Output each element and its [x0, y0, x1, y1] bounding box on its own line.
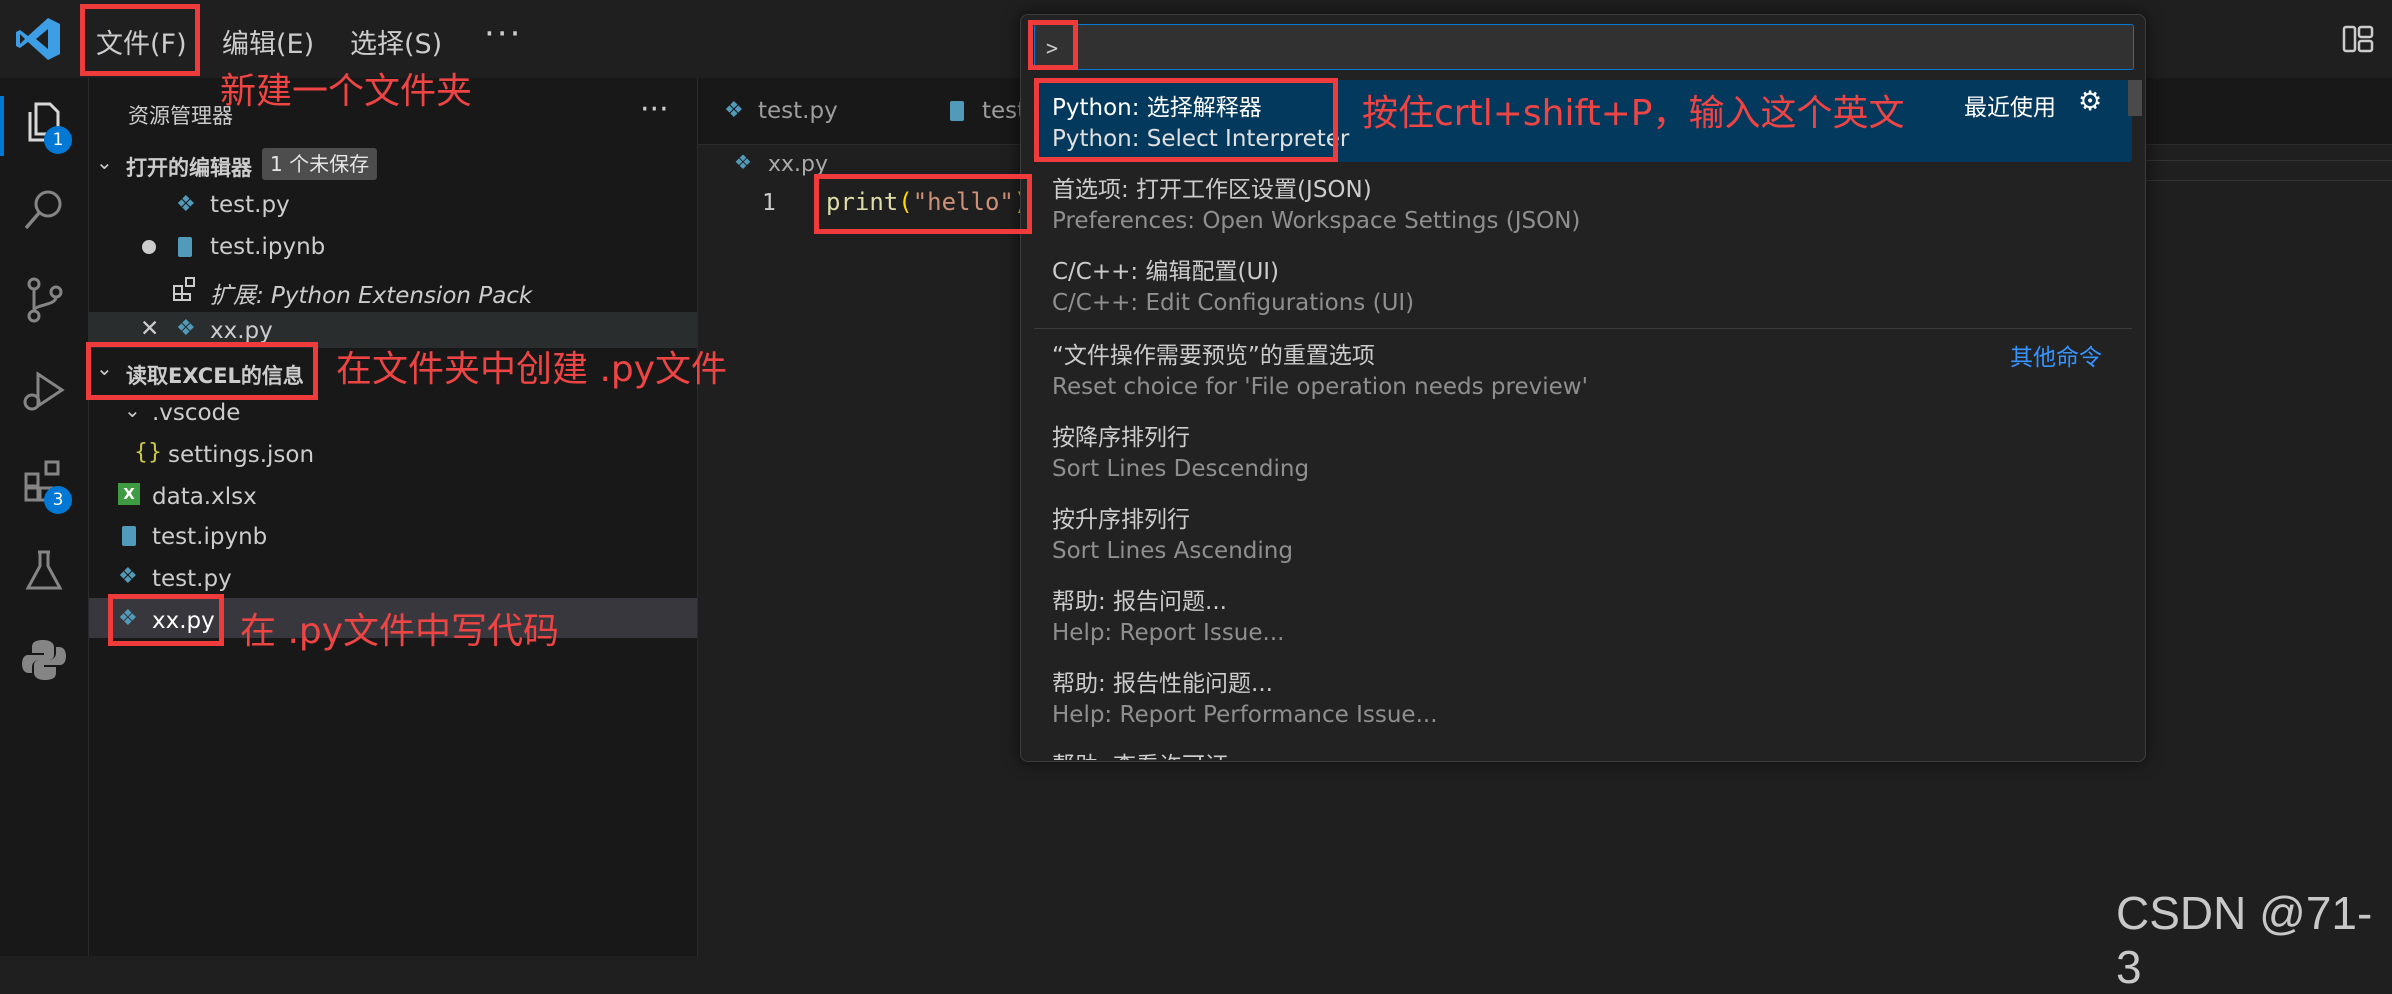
- annotation-box-folder: [86, 342, 318, 400]
- open-editor-item[interactable]: test.py: [210, 192, 290, 218]
- menu-edit[interactable]: 编辑(E): [222, 22, 314, 61]
- unsaved-dot-icon[interactable]: [142, 240, 156, 254]
- annotation-box-xx-py: [108, 594, 224, 646]
- testing-flask-icon[interactable]: [20, 546, 68, 594]
- tree-file-item[interactable]: test.ipynb: [152, 524, 267, 550]
- command-item-title[interactable]: 帮助: 查看许可证: [1052, 746, 1228, 760]
- run-debug-icon[interactable]: [20, 366, 68, 414]
- command-input[interactable]: [1034, 24, 2134, 70]
- command-item-subtitle: Sort Lines Descending: [1052, 456, 1310, 482]
- explorer-badge: 1: [44, 126, 72, 154]
- explorer-more-icon[interactable]: ···: [640, 92, 669, 127]
- annotation-box-code: [814, 174, 1032, 234]
- python-file-icon: ❖: [724, 98, 744, 123]
- excel-file-icon: X: [118, 483, 140, 505]
- open-editors-header[interactable]: 打开的编辑器: [126, 152, 252, 182]
- annotation-box-file-menu: [80, 4, 200, 76]
- line-number: 1: [762, 190, 776, 216]
- python-file-icon: ❖: [176, 316, 196, 341]
- palette-scrollbar[interactable]: [2128, 80, 2142, 116]
- tree-file-item[interactable]: data.xlsx: [152, 484, 257, 510]
- layout-toggle-icon[interactable]: [2342, 24, 2374, 54]
- annotation-shortcut: 按住crtl+shift+P，输入这个英文: [1362, 93, 1905, 134]
- extensions-badge: 3: [44, 486, 72, 514]
- annotation-new-folder: 新建一个文件夹: [220, 71, 473, 112]
- other-commands-label: 其他命令: [2010, 345, 2102, 371]
- open-editor-item[interactable]: 扩展: Python Extension Pack: [210, 276, 532, 310]
- chevron-down-icon[interactable]: ⌄: [124, 398, 141, 422]
- vscode-logo-icon: [16, 18, 60, 60]
- extension-page-icon: [173, 277, 195, 301]
- watermark: CSDN @71-3: [2116, 887, 2373, 993]
- palette-separator: [1034, 328, 2132, 329]
- source-control-icon[interactable]: [20, 276, 68, 324]
- tab-label: test.py: [758, 98, 838, 124]
- notebook-file-icon: [178, 237, 192, 257]
- command-item-subtitle: Help: Report Issue...: [1052, 620, 1285, 646]
- tree-folder-item[interactable]: .vscode: [152, 400, 240, 426]
- command-item-title[interactable]: 帮助: 报告性能问题...: [1052, 664, 1273, 698]
- command-item-subtitle: C/C++: Edit Configurations (UI): [1052, 290, 1415, 316]
- annotation-box-python-command: [1034, 78, 1338, 162]
- palette-clip: 帮助: 查看许可证: [1021, 742, 2145, 760]
- command-item-subtitle: Preferences: Open Workspace Settings (JS…: [1052, 208, 1581, 234]
- search-icon[interactable]: [20, 186, 68, 234]
- open-editor-item[interactable]: xx.py: [210, 318, 273, 344]
- command-item-title[interactable]: “文件操作需要预览”的重置选项: [1052, 336, 1375, 370]
- python-file-icon: ❖: [176, 192, 196, 217]
- command-item-subtitle: Help: Report Performance Issue...: [1052, 702, 1438, 728]
- annotation-box-prompt: [1028, 20, 1078, 70]
- active-indicator: [0, 96, 4, 156]
- command-item-title[interactable]: 按升序排列行: [1052, 500, 1190, 534]
- annotation-write-code: 在 .py文件中写代码: [240, 611, 560, 652]
- command-item-title[interactable]: 按降序排列行: [1052, 418, 1190, 452]
- menu-select[interactable]: 选择(S): [350, 22, 442, 61]
- gear-icon[interactable]: ⚙: [2078, 86, 2102, 117]
- tab-test-ipynb[interactable]: test: [922, 78, 1026, 144]
- tab-test-py[interactable]: ❖ test.py: [698, 78, 923, 144]
- json-file-icon: {}: [134, 440, 162, 465]
- recently-used-label: 最近使用: [1964, 95, 2056, 121]
- python-icon[interactable]: [20, 636, 68, 684]
- notebook-file-icon: [950, 101, 964, 121]
- command-item-title[interactable]: C/C++: 编辑配置(UI): [1052, 252, 1279, 286]
- python-file-icon: ❖: [118, 564, 138, 589]
- tree-file-item[interactable]: settings.json: [168, 442, 314, 468]
- command-item-title[interactable]: 首选项: 打开工作区设置(JSON): [1052, 170, 1372, 204]
- command-item-subtitle: Reset choice for 'File operation needs p…: [1052, 374, 1588, 400]
- command-item-title[interactable]: 帮助: 报告问题...: [1052, 582, 1227, 616]
- python-file-icon: ❖: [734, 150, 752, 174]
- command-item-subtitle: Sort Lines Ascending: [1052, 538, 1293, 564]
- annotation-create-py: 在文件夹中创建 .py文件: [336, 349, 728, 390]
- unsaved-badge: 1 个未保存: [262, 148, 378, 180]
- explorer-title: 资源管理器: [128, 104, 233, 128]
- open-editor-item[interactable]: test.ipynb: [210, 234, 325, 260]
- menu-more-icon[interactable]: ···: [484, 14, 522, 54]
- close-icon[interactable]: ✕: [140, 316, 159, 342]
- notebook-file-icon: [122, 526, 136, 546]
- tree-file-item[interactable]: test.py: [152, 566, 232, 592]
- chevron-down-icon[interactable]: ⌄: [96, 150, 113, 174]
